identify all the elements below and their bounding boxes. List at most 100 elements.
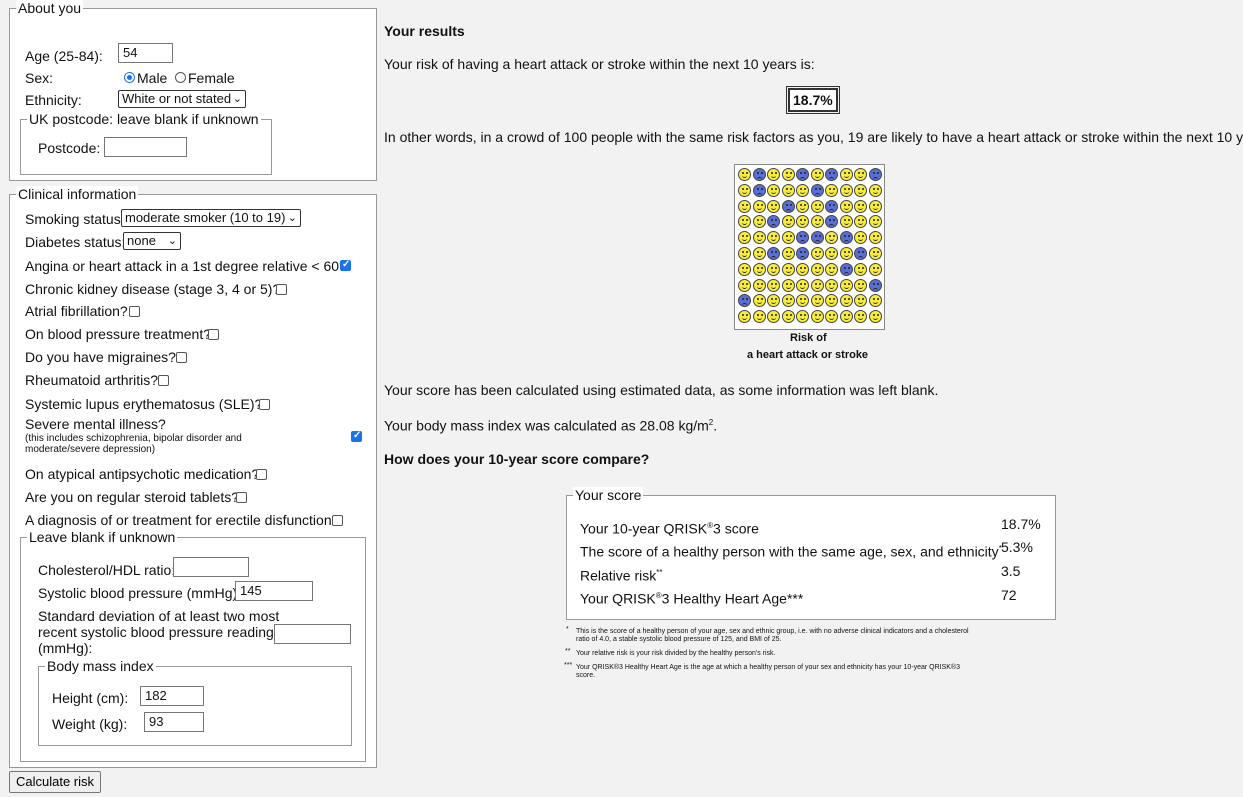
happy-face-icon <box>738 183 751 197</box>
cholesterol-input[interactable] <box>173 557 249 577</box>
diabetes-select[interactable]: none ⌄ <box>123 232 181 250</box>
sad-face-icon <box>796 168 809 181</box>
bmi-fieldset: Body mass index <box>38 658 352 746</box>
mental-illness-checkbox[interactable] <box>351 430 362 442</box>
age-input[interactable]: 54 <box>118 43 173 63</box>
diabetes-label: Diabetes status: <box>25 234 126 250</box>
score-row-1-value: 18.7% <box>1001 516 1041 532</box>
footnote-2-mark: ** <box>565 648 571 655</box>
angina-label: Angina or heart attack in a 1st degree r… <box>25 258 347 274</box>
happy-face-icon <box>854 215 867 229</box>
bmi-result-sup: 2 <box>708 418 714 427</box>
sex-female-label: Female <box>188 70 235 86</box>
happy-face-icon <box>839 294 853 308</box>
happy-face-icon <box>796 310 809 324</box>
estimated-note: Your score has been calculated using est… <box>384 382 939 398</box>
happy-face-icon <box>825 278 838 292</box>
score-row-2-text: The score of a healthy person with the s… <box>580 543 999 560</box>
sad-face-icon <box>796 231 809 245</box>
height-label: Height (cm): <box>52 690 129 706</box>
happy-face-icon <box>854 231 867 245</box>
happy-face-icon <box>868 199 882 213</box>
happy-face-icon <box>796 215 809 229</box>
af-checkbox[interactable] <box>129 306 140 317</box>
weight-input[interactable]: 93 <box>144 712 204 732</box>
happy-face-icon <box>839 215 853 229</box>
angina-checkbox[interactable] <box>340 259 351 271</box>
score-legend: Your score <box>573 487 644 503</box>
sd-label-1: Standard deviation of at least two most <box>38 608 280 624</box>
sad-face-icon <box>839 231 853 245</box>
risk-value: 18.7% <box>786 86 840 114</box>
happy-face-icon <box>854 183 867 197</box>
erectile-label: A diagnosis of or treatment for erectile… <box>25 512 340 528</box>
steroid-label: Are you on regular steroid tablets? <box>25 489 240 505</box>
height-input[interactable]: 182 <box>140 686 204 706</box>
sad-face-icon <box>738 294 751 308</box>
happy-face-icon <box>854 310 867 324</box>
score-row-3-text: Relative risk <box>580 567 657 584</box>
happy-face-icon <box>839 199 853 213</box>
postcode-legend: UK postcode: leave blank if unknown <box>27 111 261 127</box>
sd-input[interactable] <box>274 624 351 644</box>
happy-face-icon <box>796 199 809 213</box>
results-heading: Your results <box>384 23 465 39</box>
happy-face-icon <box>810 215 824 229</box>
mental-illness-note-2: moderate/severe depression) <box>25 444 156 455</box>
smoking-select[interactable]: moderate smoker (10 to 19) ⌄ <box>121 209 301 227</box>
sad-face-icon <box>796 247 809 260</box>
footnote-3-mark: *** <box>564 662 573 669</box>
sbp-input[interactable]: 145 <box>235 581 313 601</box>
happy-face-icon <box>810 168 824 181</box>
ckd-label: Chronic kidney disease (stage 3, 4 or 5)… <box>25 281 281 297</box>
happy-face-icon <box>868 215 882 229</box>
sle-label: Systemic lupus erythematosus (SLE)? <box>25 396 263 412</box>
steroid-checkbox[interactable] <box>236 492 247 503</box>
bp-treatment-checkbox[interactable] <box>208 329 219 340</box>
sex-female-radio[interactable] <box>175 72 186 83</box>
happy-face-icon <box>767 183 780 197</box>
score-row-3-value: 3.5 <box>1001 563 1021 579</box>
antipsychotic-checkbox[interactable] <box>256 469 267 480</box>
happy-face-icon <box>781 310 795 324</box>
happy-face-icon <box>752 199 766 213</box>
ethnicity-select[interactable]: White or not stated ⌄ <box>118 90 246 108</box>
ckd-checkbox[interactable] <box>276 284 287 295</box>
migraines-label: Do you have migraines? <box>25 349 176 365</box>
happy-face-icon <box>781 183 795 197</box>
mental-illness-note-1: (this includes schizophrenia, bipolar di… <box>25 433 242 444</box>
happy-face-icon <box>825 310 838 324</box>
migraines-checkbox[interactable] <box>176 352 187 363</box>
sex-male-radio[interactable] <box>124 72 135 83</box>
happy-face-icon <box>839 247 853 260</box>
score-row-2-label: The score of a healthy person with the s… <box>580 541 1002 560</box>
score-row-4-text-post: 3 Healthy Heart Age*** <box>661 590 804 607</box>
sbp-label: Systolic blood pressure (mmHg): <box>38 585 242 601</box>
sad-face-icon <box>839 262 853 276</box>
happy-face-icon <box>738 215 751 229</box>
sad-face-icon <box>752 183 766 197</box>
erectile-checkbox[interactable] <box>332 515 343 526</box>
postcode-input[interactable] <box>104 137 187 157</box>
sle-checkbox[interactable] <box>259 399 270 410</box>
score-row-1-text: Your 10-year QRISK <box>580 520 708 537</box>
happy-face-icon <box>767 262 780 276</box>
sad-face-icon <box>825 215 838 229</box>
calculate-risk-button[interactable]: Calculate risk <box>9 771 102 793</box>
ra-checkbox[interactable] <box>158 375 169 386</box>
ethnicity-value: White or not stated <box>122 91 232 106</box>
risk-faces-grid <box>734 164 885 330</box>
footnote-1-mark: * <box>566 626 569 633</box>
cholesterol-label: Cholesterol/HDL ratio: <box>38 562 176 578</box>
age-label: Age (25-84): <box>25 48 103 64</box>
sad-face-icon <box>825 199 838 213</box>
happy-face-icon <box>752 262 766 276</box>
faces-caption-2: a heart attack or stroke <box>747 349 869 361</box>
weight-label: Weight (kg): <box>52 716 128 732</box>
happy-face-icon <box>854 294 867 308</box>
sad-face-icon <box>767 215 780 229</box>
sad-face-icon <box>825 168 838 181</box>
happy-face-icon <box>767 278 780 292</box>
happy-face-icon <box>854 199 867 213</box>
bmi-legend: Body mass index <box>45 658 156 674</box>
